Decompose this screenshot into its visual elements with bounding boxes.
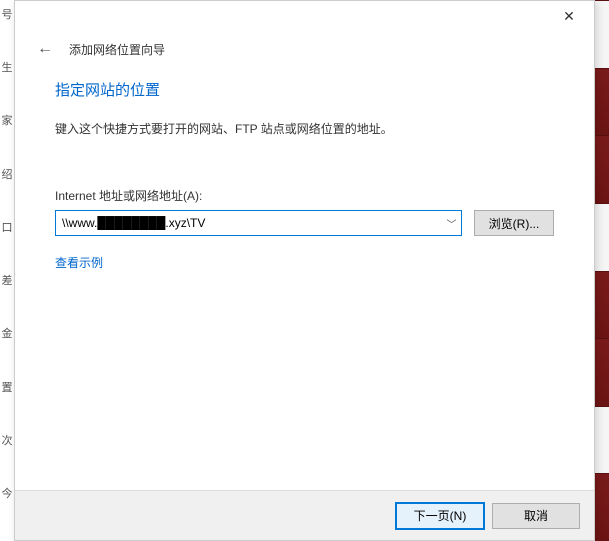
back-button[interactable]: ← [35,39,55,59]
page-heading: 指定网站的位置 [55,79,554,100]
titlebar: ✕ [15,1,594,31]
address-dropdown-button[interactable]: ﹀ [441,211,461,235]
background-right-strip [595,0,609,541]
address-label: Internet 地址或网络地址(A): [55,187,554,204]
close-icon: ✕ [563,8,575,25]
wizard-title: 添加网络位置向导 [69,41,165,58]
chevron-down-icon: ﹀ [447,216,457,231]
background-left-strip: 号 生 家 绍 口 差 金 置 次 今 [0,0,14,541]
add-network-location-dialog: ✕ ← 添加网络位置向导 指定网站的位置 键入这个快捷方式要打开的网站、FTP … [14,0,595,541]
address-combobox[interactable]: ﹀ [55,210,462,236]
address-input[interactable] [56,211,441,235]
wizard-footer: 下一页(N) 取消 [15,490,594,540]
next-button[interactable]: 下一页(N) [396,503,484,529]
cancel-button[interactable]: 取消 [492,503,580,529]
page-subtext: 键入这个快捷方式要打开的网站、FTP 站点或网络位置的地址。 [55,120,554,137]
wizard-content: 指定网站的位置 键入这个快捷方式要打开的网站、FTP 站点或网络位置的地址。 I… [15,79,594,490]
close-button[interactable]: ✕ [546,2,592,30]
address-row: ﹀ 浏览(R)... [55,210,554,236]
wizard-header: ← 添加网络位置向导 [15,31,594,79]
browse-button[interactable]: 浏览(R)... [474,210,554,236]
view-examples-link[interactable]: 查看示例 [55,254,554,271]
arrow-left-icon: ← [37,40,53,58]
